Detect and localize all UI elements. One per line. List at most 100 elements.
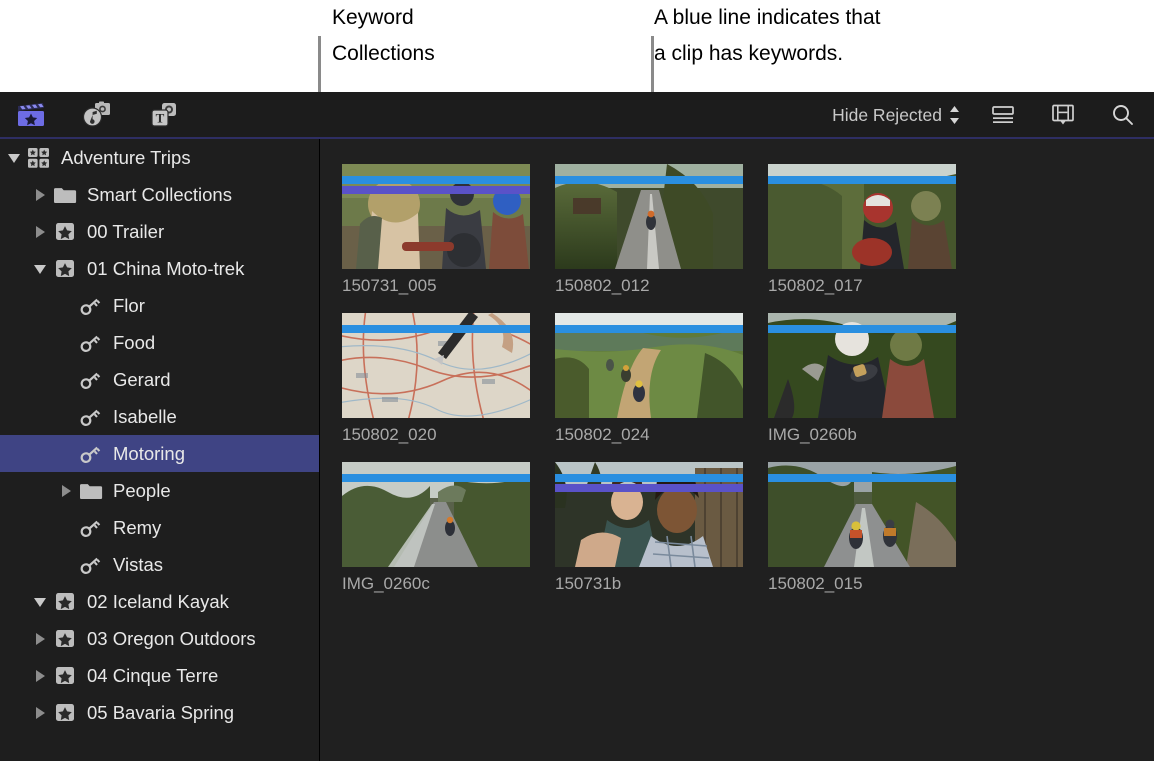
sidebar-item-label: 03 Oregon Outdoors [87,627,256,649]
clip-thumbnail[interactable] [768,164,956,269]
sidebar-item-people[interactable]: People [0,472,319,509]
list-view-button[interactable] [986,98,1020,132]
sidebar-item-motoring[interactable]: Motoring [0,435,319,472]
clip-thumbnail[interactable] [768,313,956,418]
keyword-bar-blue [342,176,530,184]
sidebar-item-flor[interactable]: Flor [0,287,319,324]
keyword-bar-purple [555,484,743,492]
sidebar-item-03-oregon-outdoors[interactable]: 03 Oregon Outdoors [0,620,319,657]
disclosure-triangle-down-icon[interactable] [34,595,47,608]
clip-thumbnail[interactable] [768,462,956,567]
photos-audio-icon [81,101,113,129]
toolbar-left-group: T [14,92,180,138]
sidebar-item-adventure-trips[interactable]: Adventure Trips [0,139,319,176]
keyword-bar-blue [555,325,743,333]
disclosure-triangle-right-icon[interactable] [34,706,47,719]
clip-thumbnail[interactable] [555,313,743,418]
svg-text:T: T [156,111,165,126]
filmstrip-view-button[interactable] [1046,98,1080,132]
keyword-bar-blue [768,325,956,333]
sidebar-item-label: 05 Bavaria Spring [87,701,235,723]
keyword-icon [79,295,103,317]
disclosure-triangle-down-icon[interactable] [34,262,47,275]
event-star-icon [53,628,77,650]
keyword-bar-purple [342,186,530,194]
clip-thumbnail[interactable] [342,313,530,418]
clip-item[interactable]: 150802_012 [555,164,743,296]
sidebar-item-label: Gerard [113,368,171,390]
titles-generators-button[interactable]: T [146,98,180,132]
clip-item[interactable]: 150802_020 [342,313,530,445]
event-star-icon [53,702,77,724]
clip-name: 150802_015 [768,574,863,593]
sidebar-item-label: 00 Trailer [87,220,165,242]
keyword-bar-blue [768,474,956,482]
disclosure-triangle-right-icon[interactable] [34,188,47,201]
libraries-sidebar[interactable]: Adventure Trips Smart Collections 00 Tra… [0,139,320,761]
filmstrip-view-icon [1051,104,1075,126]
sidebar-item-gerard[interactable]: Gerard [0,361,319,398]
clapperboard-star-icon [16,102,46,128]
disclosure-triangle-right-icon[interactable] [60,484,73,497]
clip-name: 150731b [555,574,622,593]
clip-item[interactable]: 150731_005 [342,164,530,296]
clip-item[interactable]: 150802_017 [768,164,956,296]
sidebar-item-label: Isabelle [113,405,177,427]
search-button[interactable] [1106,98,1140,132]
sidebar-item-isabelle[interactable]: Isabelle [0,398,319,435]
event-star-icon [53,665,77,687]
sidebar-item-04-cinque-terre[interactable]: 04 Cinque Terre [0,657,319,694]
disclosure-triangle-right-icon[interactable] [34,632,47,645]
clip-grid: 150731_005 150802_012 150802_017 150802_… [342,164,956,594]
annotation-band: Keyword Collections A blue line indicate… [0,0,1154,92]
sidebar-item-02-iceland-kayak[interactable]: 02 Iceland Kayak [0,583,319,620]
folder-icon [53,184,77,206]
annotation-keyword-collections: Keyword Collections [332,6,435,65]
keyword-bar-blue [555,176,743,184]
clip-thumbnail[interactable] [555,164,743,269]
keyword-bar-blue [555,474,743,482]
clip-browser[interactable]: 150731_005 150802_012 150802_017 150802_… [320,139,1154,761]
sidebar-item-00-trailer[interactable]: 00 Trailer [0,213,319,250]
clip-name: IMG_0260b [768,425,857,444]
clip-item[interactable]: IMG_0260c [342,462,530,594]
sidebar-item-label: Motoring [113,442,185,464]
clip-item[interactable]: 150802_015 [768,462,956,594]
clip-thumbnail[interactable] [555,462,743,567]
keyword-icon [79,443,103,465]
clip-thumbnail[interactable] [342,164,530,269]
disclosure-triangle-right-icon[interactable] [34,669,47,682]
sidebar-item-remy[interactable]: Remy [0,509,319,546]
sidebar-item-label: 01 China Moto-trek [87,257,245,279]
keyword-icon [79,332,103,354]
sidebar-item-food[interactable]: Food [0,324,319,361]
clip-item[interactable]: IMG_0260b [768,313,956,445]
sidebar-item-label: Vistas [113,553,164,575]
event-star-icon [53,591,77,613]
clip-item[interactable]: 150731b [555,462,743,594]
sidebar-item-vistas[interactable]: Vistas [0,546,319,583]
clip-thumbnail[interactable] [342,462,530,567]
clip-item[interactable]: 150802_024 [555,313,743,445]
sidebar-item-01-china-moto-trek[interactable]: 01 China Moto-trek [0,250,319,287]
hide-rejected-popup[interactable]: Hide Rejected [832,105,960,126]
clip-name: 150802_017 [768,276,863,295]
sidebar-item-smart-collections[interactable]: Smart Collections [0,176,319,213]
sidebar-item-05-bavaria-spring[interactable]: 05 Bavaria Spring [0,694,319,731]
list-view-icon [991,105,1015,125]
disclosure-triangle-right-icon[interactable] [34,225,47,238]
toolbar-right-group: Hide Rejected [832,92,1140,138]
sidebar-item-label: 04 Cinque Terre [87,664,219,686]
keyword-bar-blue [768,176,956,184]
disclosure-triangle-down-icon[interactable] [8,151,21,164]
clip-name: IMG_0260c [342,574,430,593]
photos-audio-button[interactable] [80,98,114,132]
libraries-button[interactable] [14,98,48,132]
titles-generators-icon: T [147,101,179,129]
